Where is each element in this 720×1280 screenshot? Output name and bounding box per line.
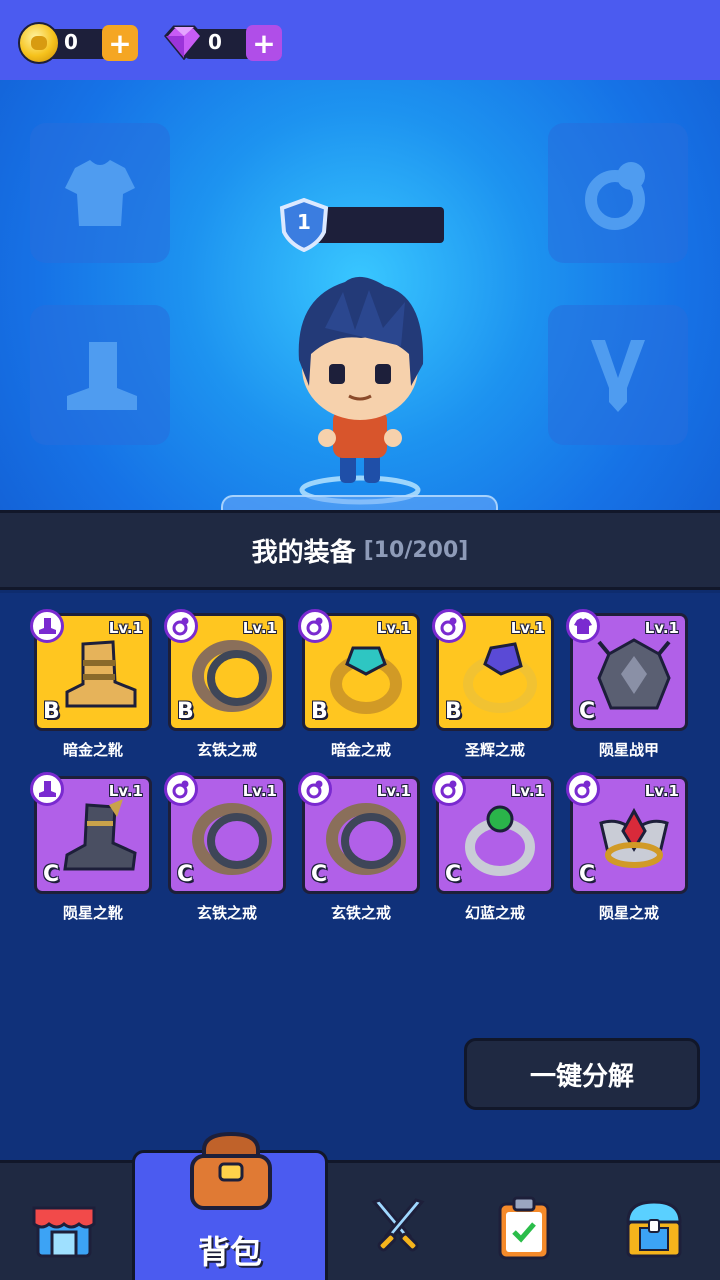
ring-type-icon xyxy=(432,609,466,643)
equipment-name: 暗金之戒 xyxy=(330,741,391,759)
equipment-name: 玄铁之戒 xyxy=(196,904,257,922)
nav-battle[interactable] xyxy=(348,1183,448,1273)
hero-character[interactable] xyxy=(285,268,435,508)
gem-amount: 0 xyxy=(208,30,222,54)
treasure-chest-icon xyxy=(626,1200,682,1258)
nav-treasure[interactable] xyxy=(604,1183,704,1273)
iron-ring-item-icon xyxy=(192,640,272,712)
equipment-level: Lv.1 xyxy=(108,619,143,637)
decompose-all-button[interactable]: 一键分解 xyxy=(464,1038,700,1110)
equipment-grade: B xyxy=(311,699,328,724)
equipment-name: 陨星之戒 xyxy=(598,904,659,922)
gold-ring-item-icon xyxy=(463,642,537,713)
teal-ring-item-icon xyxy=(330,646,402,714)
top-bar: 0 + 0 + xyxy=(0,0,720,80)
equipment-grade: B xyxy=(445,699,462,724)
level-indicator: 1 xyxy=(278,198,444,252)
level-number: 1 xyxy=(297,210,311,234)
boot-item-icon xyxy=(65,640,137,708)
equipment-grade: C xyxy=(177,862,194,887)
equipment-level: Lv.1 xyxy=(108,782,143,800)
red-ring-item-icon xyxy=(599,807,669,868)
equipment-level: Lv.1 xyxy=(510,782,545,800)
equipment-name: 幻蓝之戒 xyxy=(464,904,525,922)
equipment-name: 陨星战甲 xyxy=(598,741,659,759)
add-coins-button[interactable]: + xyxy=(102,25,138,61)
coin-amount: 0 xyxy=(64,30,78,54)
equipment-name: 玄铁之戒 xyxy=(330,904,391,922)
equipment-level: Lv.1 xyxy=(510,619,545,637)
equipment-name: 陨星之靴 xyxy=(62,904,123,922)
gem-counter: 0 + xyxy=(162,22,282,64)
ring-type-icon xyxy=(298,772,332,806)
equipment-grade: C xyxy=(311,862,328,887)
shop-icon xyxy=(32,1206,96,1258)
iron-ring-item-icon xyxy=(192,803,272,875)
ring-icon xyxy=(585,162,645,230)
equipment-level: Lv.1 xyxy=(376,619,411,637)
necklace-slot[interactable] xyxy=(548,305,688,445)
equipment-card[interactable]: Lv.1 C 玄铁之戒 xyxy=(298,772,420,922)
iron-ring-item-icon xyxy=(326,803,406,875)
nav-quests[interactable] xyxy=(474,1183,574,1273)
equipment-header: 我的装备 [10/200] xyxy=(0,510,720,590)
hero-area: 1 660 220 xyxy=(0,80,720,561)
green-ring-item-icon xyxy=(465,805,535,876)
equipment-level: Lv.1 xyxy=(242,619,277,637)
armor-item-icon xyxy=(597,638,671,710)
boots-type-icon xyxy=(30,772,64,806)
equipment-card[interactable]: Lv.1 C 幻蓝之戒 xyxy=(432,772,554,922)
backpack-icon xyxy=(190,1131,272,1210)
bottom-nav xyxy=(0,1160,720,1280)
equipment-grade: C xyxy=(579,699,596,724)
equipment-card[interactable]: Lv.1 C 陨星战甲 xyxy=(566,609,688,759)
nav-backpack-label: 背包 xyxy=(197,1233,262,1271)
quest-clipboard-icon xyxy=(498,1196,550,1260)
equipment-level: Lv.1 xyxy=(644,619,679,637)
equipment-grade: C xyxy=(579,862,596,887)
boots-slot[interactable] xyxy=(30,305,170,445)
battle-swords-icon xyxy=(371,1198,425,1252)
ring-type-icon xyxy=(164,772,198,806)
equipment-level: Lv.1 xyxy=(242,782,277,800)
ring-slot[interactable] xyxy=(548,123,688,263)
equipment-card[interactable]: Lv.1 B 暗金之戒 xyxy=(298,609,420,759)
equipment-name: 玄铁之戒 xyxy=(196,741,257,759)
ring-type-icon xyxy=(432,772,466,806)
coin-counter: 0 + xyxy=(18,22,138,64)
armor-type-icon xyxy=(566,609,600,643)
equipment-card[interactable]: Lv.1 C 玄铁之戒 xyxy=(164,772,286,922)
equipment-title: 我的装备 xyxy=(251,537,356,568)
equipment-card[interactable]: Lv.1 C 陨星之戒 xyxy=(566,772,688,922)
shirt-icon xyxy=(65,160,135,226)
equipment-grade: B xyxy=(177,699,194,724)
equipment-card[interactable]: Lv.1 B 暗金之靴 xyxy=(30,609,152,759)
ring-type-icon xyxy=(298,609,332,643)
ring-type-icon xyxy=(566,772,600,806)
equipment-level: Lv.1 xyxy=(376,782,411,800)
ring-type-icon xyxy=(164,609,198,643)
boot-icon xyxy=(67,342,137,410)
nav-shop[interactable] xyxy=(14,1183,114,1273)
coin-icon xyxy=(18,22,60,64)
equipment-card[interactable]: Lv.1 B 圣辉之戒 xyxy=(432,609,554,759)
armor-slot[interactable] xyxy=(30,123,170,263)
plus-icon: + xyxy=(108,26,132,60)
equipment-grade: C xyxy=(445,862,462,887)
equipment-count: [10/200] xyxy=(363,537,469,563)
equipment-grade: C xyxy=(43,862,60,887)
equipment-card[interactable]: Lv.1 C 陨星之靴 xyxy=(30,772,152,922)
add-gems-button[interactable]: + xyxy=(246,25,282,61)
equipment-card[interactable]: Lv.1 B 玄铁之戒 xyxy=(164,609,286,759)
necklace-icon xyxy=(591,340,645,412)
dark-boot-item-icon xyxy=(63,799,137,871)
boots-type-icon xyxy=(30,609,64,643)
equipment-level: Lv.1 xyxy=(644,782,679,800)
equipment-name: 暗金之靴 xyxy=(62,741,123,759)
plus-icon: + xyxy=(252,26,276,60)
equipment-name: 圣辉之戒 xyxy=(464,741,525,759)
gem-icon xyxy=(164,25,204,60)
equipment-grade: B xyxy=(43,699,60,724)
